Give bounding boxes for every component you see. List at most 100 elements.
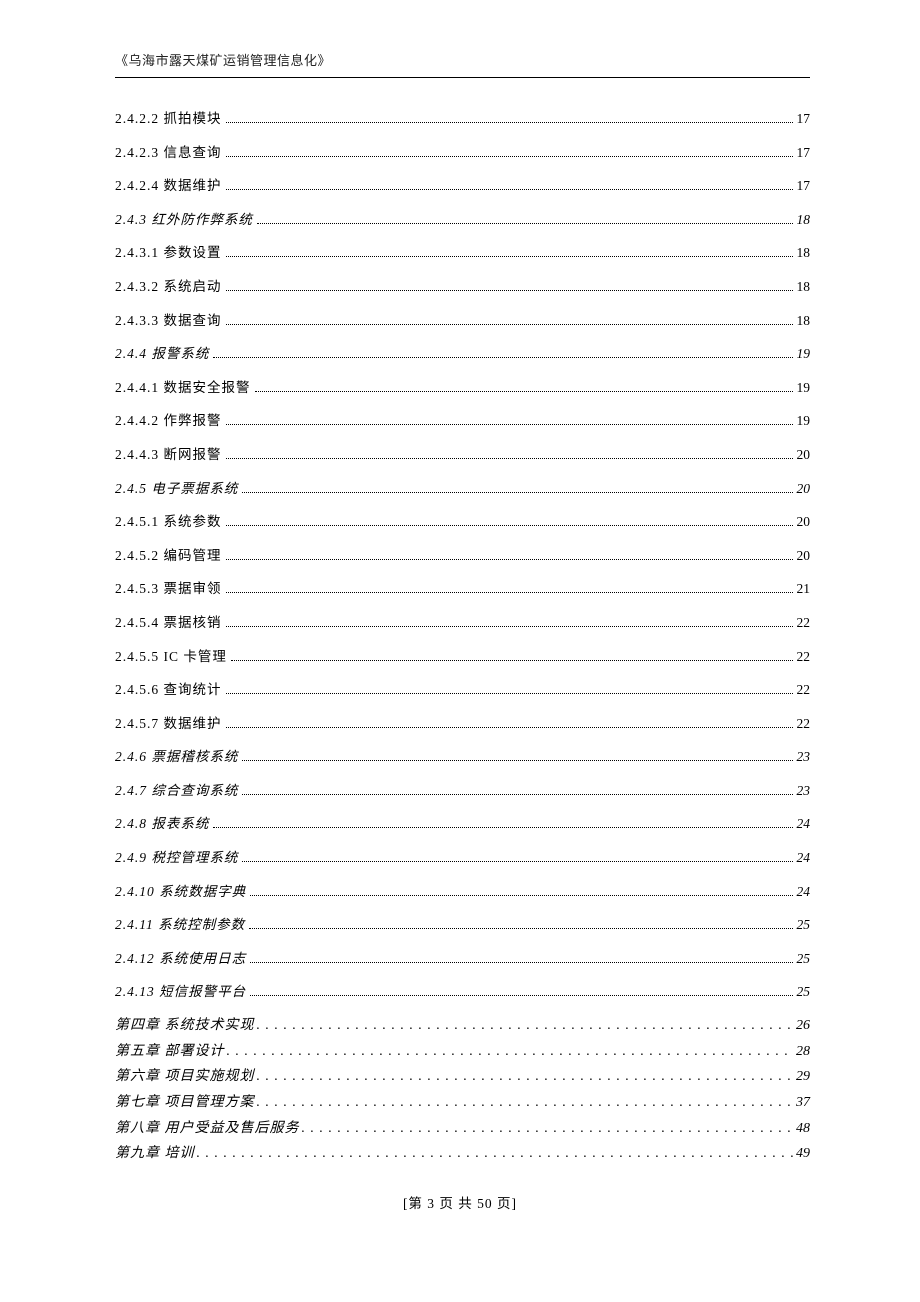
chapter-leader-dots: . . . . . . . . . . . . . . . . . . . . … <box>197 1143 795 1165</box>
chapter-leader-dots: . . . . . . . . . . . . . . . . . . . . … <box>227 1041 795 1063</box>
toc-entry-label: 2.4.4.2 作弊报警 <box>115 410 222 432</box>
chapter-leader-dots: . . . . . . . . . . . . . . . . . . . . … <box>257 1015 795 1037</box>
toc-leader-dots <box>226 189 793 190</box>
toc-leader-dots <box>226 559 793 560</box>
toc-entry: 2.4.3.3 数据查询 18 <box>115 310 810 332</box>
toc-entry-page: 25 <box>797 914 811 936</box>
toc-entry-label: 2.4.4 报警系统 <box>115 343 209 365</box>
toc-leader-dots <box>226 525 793 526</box>
toc-entry-page: 23 <box>797 780 811 802</box>
toc-entry-page: 24 <box>797 813 811 835</box>
toc-entry: 2.4.10 系统数据字典 24 <box>115 881 810 903</box>
toc-entry-label: 2.4.7 综合查询系统 <box>115 780 238 802</box>
toc-entry-page: 20 <box>797 478 811 500</box>
toc-entry-page: 20 <box>797 545 811 567</box>
toc-entry-page: 21 <box>797 578 811 600</box>
toc-entry-page: 19 <box>797 377 811 399</box>
table-of-contents: 2.4.2.2 抓拍模块 17 2.4.2.3 信息查询17 2.4.2.4 数据维护… <box>115 108 810 1003</box>
toc-entry-label: 2.4.13 短信报警平台 <box>115 981 246 1003</box>
toc-entry-page: 25 <box>797 948 811 970</box>
toc-entry: 2.4.2.4 数据维护17 <box>115 175 810 197</box>
toc-entry-label: 2.4.3.3 数据查询 <box>115 310 222 332</box>
toc-entry: 2.4.3.1 参数设置 18 <box>115 242 810 264</box>
toc-entry-page: 18 <box>797 242 811 264</box>
chapter-entry-label: 第四章 系统技术实现 <box>115 1015 255 1037</box>
chapter-entry-page: 49 <box>796 1143 810 1165</box>
chapter-entry-page: 37 <box>796 1092 810 1114</box>
toc-entry-page: 18 <box>797 276 811 298</box>
toc-entry-label: 2.4.5.7 数据维护 <box>115 713 222 735</box>
toc-entry: 2.4.2.2 抓拍模块 17 <box>115 108 810 130</box>
toc-leader-dots <box>249 928 792 929</box>
toc-entry: 2.4.6 票据稽核系统 23 <box>115 746 810 768</box>
toc-entry-page: 22 <box>797 679 811 701</box>
toc-entry: 2.4.5.6 查询统计22 <box>115 679 810 701</box>
toc-entry: 2.4.2.3 信息查询17 <box>115 142 810 164</box>
toc-entry-page: 22 <box>797 713 811 735</box>
page-footer: [第 3 页 共 50 页] <box>0 1192 920 1212</box>
toc-entry-label: 2.4.6 票据稽核系统 <box>115 746 238 768</box>
toc-entry-page: 24 <box>797 847 811 869</box>
chapter-entry-page: 28 <box>796 1041 810 1063</box>
toc-entry-page: 20 <box>797 444 811 466</box>
toc-entry-label: 2.4.3.1 参数设置 <box>115 242 222 264</box>
toc-entry: 2.4.4.1 数据安全报警 19 <box>115 377 810 399</box>
chapter-entry-page: 29 <box>796 1066 810 1088</box>
toc-entry: 2.4.4.2 作弊报警19 <box>115 410 810 432</box>
toc-entry: 2.4.13 短信报警平台25 <box>115 981 810 1003</box>
toc-entry-label: 2.4.3 红外防作弊系统 <box>115 209 253 231</box>
toc-entry-label: 2.4.10 系统数据字典 <box>115 881 246 903</box>
toc-entry-page: 23 <box>797 746 811 768</box>
toc-entry: 2.4.5 电子票据系统 20 <box>115 478 810 500</box>
toc-leader-dots <box>226 727 793 728</box>
toc-leader-dots <box>231 660 793 661</box>
toc-leader-dots <box>226 324 793 325</box>
toc-leader-dots <box>226 156 793 157</box>
chapter-entry: 第九章 培训. . . . . . . . . . . . . . . . . … <box>115 1143 810 1165</box>
document-page: 《乌海市露天煤矿运销管理信息化》 2.4.2.2 抓拍模块172.4.2.3 信… <box>0 0 920 1165</box>
chapter-entry-page: 26 <box>796 1015 810 1037</box>
toc-entry-page: 22 <box>797 612 811 634</box>
toc-leader-dots <box>255 391 793 392</box>
toc-entry-label: 2.4.2.2 抓拍模块 <box>115 108 222 130</box>
toc-entry-label: 2.4.8 报表系统 <box>115 813 209 835</box>
toc-entry-label: 2.4.5.2 编码管理 <box>115 545 222 567</box>
chapter-entry-label: 第五章 部署设计 <box>115 1041 225 1063</box>
toc-entry-label: 2.4.5.3 票据审领 <box>115 578 222 600</box>
toc-entry: 2.4.5.2 编码管理 20 <box>115 545 810 567</box>
toc-entry-page: 22 <box>797 646 811 668</box>
toc-entry-label: 2.4.5 电子票据系统 <box>115 478 238 500</box>
toc-entry-label: 2.4.3.2 系统启动 <box>115 276 222 298</box>
toc-leader-dots <box>226 122 793 123</box>
chapter-entry: 第五章 部署设计. . . . . . . . . . . . . . . . … <box>115 1041 810 1063</box>
toc-leader-dots <box>250 995 792 996</box>
toc-entry: 2.4.5.1 系统参数 20 <box>115 511 810 533</box>
toc-entry: 2.4.5.7 数据维护 22 <box>115 713 810 735</box>
toc-entry: 2.4.4 报警系统 19 <box>115 343 810 365</box>
toc-entry: 2.4.11 系统控制参数25 <box>115 914 810 936</box>
toc-entry-page: 18 <box>797 209 811 231</box>
chapter-entry-page: 48 <box>796 1118 810 1140</box>
toc-leader-dots <box>242 492 792 493</box>
toc-leader-dots <box>257 223 793 224</box>
toc-leader-dots <box>213 827 792 828</box>
toc-entry-page: 19 <box>797 343 811 365</box>
toc-entry-label: 2.4.12 系统使用日志 <box>115 948 246 970</box>
chapter-list: 第四章 系统技术实现. . . . . . . . . . . . . . . … <box>115 1015 810 1165</box>
toc-leader-dots <box>226 458 793 459</box>
chapter-entry-label: 第九章 培训 <box>115 1143 195 1165</box>
toc-entry-page: 24 <box>797 881 811 903</box>
toc-entry-label: 2.4.4.1 数据安全报警 <box>115 377 251 399</box>
toc-entry: 2.4.4.3 断网报警 20 <box>115 444 810 466</box>
toc-leader-dots <box>242 794 792 795</box>
toc-entry-page: 20 <box>797 511 811 533</box>
chapter-entry-label: 第八章 用户受益及售后服务 <box>115 1118 300 1140</box>
toc-leader-dots <box>213 357 792 358</box>
toc-entry-label: 2.4.5.1 系统参数 <box>115 511 222 533</box>
toc-entry-page: 17 <box>797 108 811 130</box>
toc-entry-label: 2.4.4.3 断网报警 <box>115 444 222 466</box>
toc-entry-page: 18 <box>797 310 811 332</box>
toc-entry: 2.4.5.3 票据审领 21 <box>115 578 810 600</box>
chapter-leader-dots: . . . . . . . . . . . . . . . . . . . . … <box>257 1066 795 1088</box>
toc-entry: 2.4.3.2 系统启动 18 <box>115 276 810 298</box>
